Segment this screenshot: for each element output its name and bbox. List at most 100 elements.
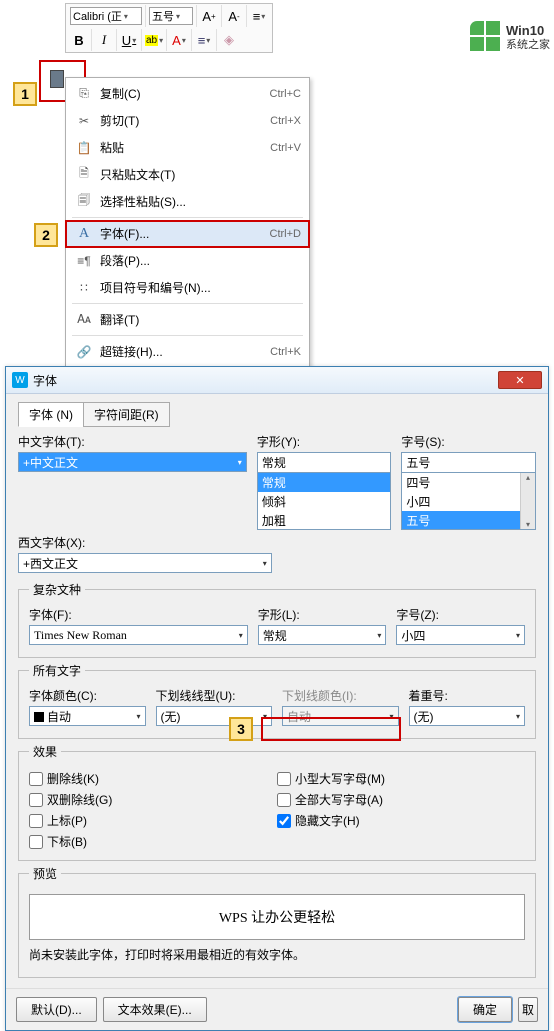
style-listbox[interactable]: 常规 倾斜 加粗	[257, 472, 392, 530]
default-button[interactable]: 默认(D)...	[16, 997, 97, 1022]
complex-style-select[interactable]: 常规▾	[258, 625, 387, 645]
size-input[interactable]: 五号	[401, 452, 536, 472]
font-dialog: W 字体 ✕ 字体 (N) 字符间距(R) 中文字体(T): +中文正文▾ 字形…	[5, 366, 549, 1031]
list-item[interactable]: 加粗	[258, 511, 391, 530]
preview-legend: 预览	[29, 865, 61, 882]
paragraph-icon: ≡¶	[74, 253, 94, 269]
font-color-select[interactable]: 自动▾	[29, 706, 146, 726]
complex-style-label: 字形(L):	[258, 606, 387, 623]
menu-paste[interactable]: 📋 粘贴 Ctrl+V	[66, 134, 309, 161]
underline-icon[interactable]: U▾	[120, 31, 138, 49]
align-icon[interactable]: ≡▾	[195, 31, 213, 49]
check-superscript[interactable]: 上标(P)	[29, 810, 277, 831]
complex-legend: 复杂文种	[29, 581, 85, 598]
cancel-button[interactable]: 取	[518, 997, 538, 1022]
western-font-label: 西文字体(X):	[18, 534, 536, 551]
cn-font-select[interactable]: +中文正文▾	[18, 452, 247, 472]
close-button[interactable]: ✕	[498, 371, 542, 389]
style-input[interactable]: 常规	[257, 452, 392, 472]
scrollbar[interactable]: ▴▾	[520, 473, 535, 529]
hyperlink-icon: 🔗	[74, 344, 94, 360]
menu-bullets[interactable]: ∷ 项目符号和编号(N)...	[66, 274, 309, 301]
menu-separator	[72, 217, 303, 218]
copy-icon: ⎘	[74, 86, 94, 102]
font-icon: A	[74, 226, 94, 242]
underline-color-select: 自动▾	[282, 706, 399, 726]
menu-separator	[72, 335, 303, 336]
ok-button[interactable]: 确定	[458, 997, 512, 1022]
highlight-icon[interactable]: ab▾	[145, 31, 163, 49]
complex-size-label: 字号(Z):	[396, 606, 525, 623]
watermark: Win10系统之家	[470, 21, 550, 55]
watermark-icon	[470, 21, 504, 55]
check-subscript[interactable]: 下标(B)	[29, 831, 277, 852]
paste-special-icon: 🗐	[74, 194, 94, 210]
paste-text-icon: 🗎	[74, 167, 94, 183]
callout-number-1: 1	[13, 82, 37, 106]
emphasis-select[interactable]: (无)▾	[409, 706, 526, 726]
color-label: 字体颜色(C):	[29, 687, 146, 704]
bold-icon[interactable]: B	[70, 31, 88, 49]
check-allcaps[interactable]: 全部大写字母(A)	[277, 789, 525, 810]
context-menu: ⎘ 复制(C) Ctrl+C ✂ 剪切(T) Ctrl+X 📋 粘贴 Ctrl+…	[65, 77, 310, 368]
western-font-select[interactable]: +西文正文▾	[18, 553, 272, 573]
watermark-text: Win10系统之家	[506, 24, 550, 52]
effects-legend: 效果	[29, 743, 61, 760]
check-dstrike[interactable]: 双删除线(G)	[29, 789, 277, 810]
style-label: 字形(Y):	[257, 433, 392, 450]
underline-select[interactable]: (无)▾	[156, 706, 273, 726]
font-color-icon[interactable]: A▾	[170, 31, 188, 49]
preview-hint: 尚未安装此字体，打印时将采用最相近的有效字体。	[29, 946, 525, 963]
menu-paste-special[interactable]: 🗐 选择性粘贴(S)...	[66, 188, 309, 215]
dialog-titlebar: W 字体 ✕	[6, 367, 548, 394]
check-smallcaps[interactable]: 小型大写字母(M)	[277, 768, 525, 789]
cut-icon: ✂	[74, 113, 94, 129]
dialog-title: 字体	[33, 372, 498, 389]
list-item[interactable]: 四号	[402, 473, 520, 492]
font-size-select[interactable]: 五号▾	[149, 7, 193, 25]
preview-box: WPS 让办公更轻松	[29, 894, 525, 940]
underline-color-label: 下划线颜色(I):	[282, 687, 399, 704]
text-effect-button[interactable]: 文本效果(E)...	[103, 997, 207, 1022]
complex-font-label: 字体(F):	[29, 606, 248, 623]
paste-icon: 📋	[74, 140, 94, 156]
cn-font-label: 中文字体(T):	[18, 433, 247, 450]
menu-paste-text[interactable]: 🗎 只粘贴文本(T)	[66, 161, 309, 188]
menu-separator	[72, 303, 303, 304]
size-listbox[interactable]: 四号 小四 五号 ▴▾	[401, 472, 536, 530]
list-item[interactable]: 常规	[258, 473, 391, 492]
size-label: 字号(S):	[401, 433, 536, 450]
tab-spacing[interactable]: 字符间距(R)	[83, 402, 170, 427]
check-strike[interactable]: 删除线(K)	[29, 768, 277, 789]
menu-hyperlink[interactable]: 🔗 超链接(H)... Ctrl+K	[66, 338, 309, 365]
menu-cut[interactable]: ✂ 剪切(T) Ctrl+X	[66, 107, 309, 134]
wps-icon: W	[12, 372, 28, 388]
menu-copy[interactable]: ⎘ 复制(C) Ctrl+C	[66, 80, 309, 107]
tab-font[interactable]: 字体 (N)	[18, 402, 84, 427]
page-margin-marker	[50, 70, 64, 88]
font-shrink-icon[interactable]: A-	[225, 7, 243, 25]
font-grow-icon[interactable]: A+	[200, 7, 218, 25]
check-hidden[interactable]: 隐藏文字(H)	[277, 810, 525, 831]
translate-icon: 🗛	[74, 312, 94, 328]
line-spacing-icon[interactable]: ≡▾	[250, 7, 268, 25]
mini-toolbar: Calibri (正▾ 五号▾ A+ A- ≡▾ B I U▾ ab▾ A▾ ≡…	[65, 3, 273, 53]
complex-size-select[interactable]: 小四▾	[396, 625, 525, 645]
alltext-legend: 所有文字	[29, 662, 85, 679]
menu-translate[interactable]: 🗛 翻译(T)	[66, 306, 309, 333]
font-name-select[interactable]: Calibri (正▾	[70, 7, 142, 25]
list-item[interactable]: 倾斜	[258, 492, 391, 511]
emphasis-label: 着重号:	[409, 687, 526, 704]
menu-paragraph[interactable]: ≡¶ 段落(P)...	[66, 247, 309, 274]
menu-font[interactable]: A 字体(F)... Ctrl+D	[66, 220, 309, 247]
underline-label: 下划线线型(U):	[156, 687, 273, 704]
italic-icon[interactable]: I	[95, 31, 113, 49]
list-item[interactable]: 小四	[402, 492, 520, 511]
format-eraser-icon[interactable]: ◈	[220, 31, 238, 49]
font-size-value: 五号	[152, 8, 174, 24]
list-item[interactable]: 五号	[402, 511, 520, 530]
bullets-icon: ∷	[74, 280, 94, 296]
font-name-value: Calibri (正	[73, 8, 122, 24]
callout-number-3: 3	[229, 717, 253, 741]
complex-font-select[interactable]: Times New Roman▾	[29, 625, 248, 645]
